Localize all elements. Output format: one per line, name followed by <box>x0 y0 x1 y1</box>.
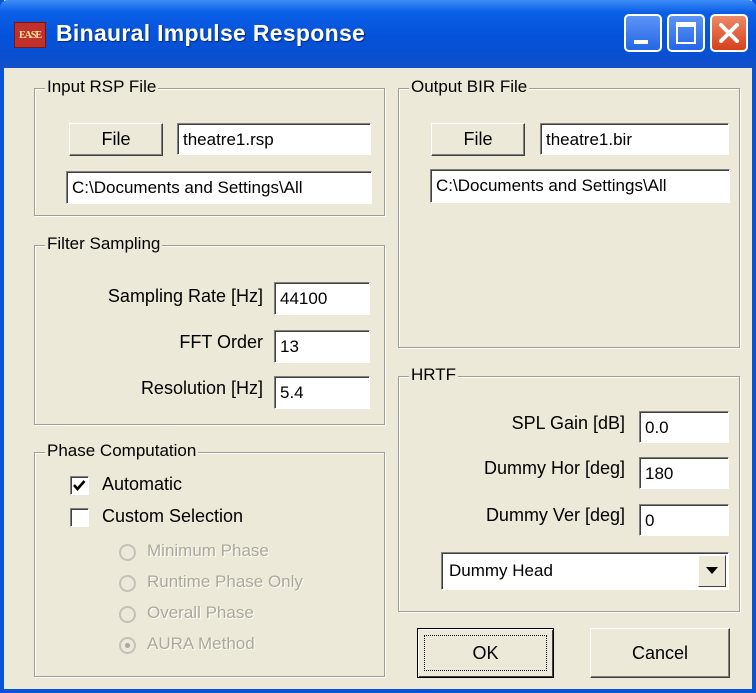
input-rsp-legend: Input RSP File <box>45 77 159 97</box>
phase-radio-minimum[interactable]: Minimum Phase <box>119 541 369 565</box>
fft-order-label: FFT Order <box>179 332 263 352</box>
app-icon[interactable]: EASE <box>14 22 46 48</box>
window-title: Binaural Impulse Response <box>56 20 366 46</box>
phase-radio-aura[interactable]: AURA Method <box>119 634 369 658</box>
dummy-head-select[interactable]: Dummy Head <box>441 552 729 590</box>
output-path-field[interactable]: C:\Documents and Settings\All <box>430 169 730 203</box>
hrtf-group: HRTF SPL Gain [dB] 0.0 Dummy Hor [deg] 1… <box>398 365 740 612</box>
maximize-button[interactable] <box>667 14 705 52</box>
custom-selection-label: Custom Selection <box>102 506 244 526</box>
minimum-phase-label: Minimum Phase <box>147 541 269 560</box>
minimum-phase-radio[interactable] <box>119 544 136 561</box>
phase-radio-overall[interactable]: Overall Phase <box>119 603 369 627</box>
phase-radio-runtime[interactable]: Runtime Phase Only <box>119 572 379 596</box>
dummy-hor-label: Dummy Hor [deg] <box>483 458 625 478</box>
input-path-field[interactable]: C:\Documents and Settings\All <box>66 171 372 204</box>
automatic-checkbox-row[interactable]: Automatic <box>70 474 290 498</box>
custom-selection-checkbox-row[interactable]: Custom Selection <box>70 506 310 530</box>
runtime-phase-radio[interactable] <box>119 575 136 592</box>
fft-order-field[interactable]: 13 <box>274 330 370 363</box>
ok-button[interactable]: OK <box>417 628 554 678</box>
hrtf-legend: HRTF <box>409 365 459 385</box>
close-button[interactable] <box>710 14 748 52</box>
minimize-button[interactable] <box>624 14 662 52</box>
resolution-field[interactable]: 5.4 <box>274 376 370 409</box>
phase-computation-group: Phase Computation Automatic Custom Selec… <box>34 441 385 677</box>
dummy-head-select-value: Dummy Head <box>449 561 553 580</box>
aura-method-radio[interactable] <box>119 637 136 654</box>
dropdown-arrow-icon <box>706 567 718 574</box>
aura-method-label: AURA Method <box>147 634 255 653</box>
phase-computation-legend: Phase Computation <box>45 441 199 461</box>
input-file-button[interactable]: File <box>69 123 163 156</box>
dummy-ver-label: Dummy Ver [deg] <box>485 505 625 525</box>
checkmark-icon <box>73 480 86 491</box>
filter-sampling-legend: Filter Sampling <box>45 234 163 254</box>
cancel-button[interactable]: Cancel <box>590 628 730 678</box>
input-file-name-field[interactable]: theatre1.rsp <box>177 123 371 155</box>
title-bar[interactable]: EASE Binaural Impulse Response <box>0 0 756 68</box>
dummy-ver-field[interactable]: 0 <box>639 504 729 536</box>
custom-selection-checkbox[interactable] <box>70 508 89 527</box>
close-icon <box>719 23 739 43</box>
output-file-name-field[interactable]: theatre1.bir <box>540 123 729 155</box>
sampling-rate-field[interactable]: 44100 <box>274 282 370 315</box>
dropdown-arrow-button[interactable] <box>698 555 726 587</box>
automatic-label: Automatic <box>102 474 183 494</box>
spl-gain-label: SPL Gain [dB] <box>511 413 625 433</box>
ok-button-label: OK <box>472 642 499 663</box>
automatic-checkbox[interactable] <box>70 476 89 495</box>
dialog-window: EASE Binaural Impulse Response Input RSP… <box>0 0 756 693</box>
filter-sampling-group: Filter Sampling Sampling Rate [Hz] 44100… <box>34 234 385 425</box>
runtime-phase-label: Runtime Phase Only <box>147 572 303 591</box>
overall-phase-radio[interactable] <box>119 606 136 623</box>
spl-gain-field[interactable]: 0.0 <box>639 411 729 443</box>
resolution-label: Resolution [Hz] <box>140 378 263 398</box>
output-bir-legend: Output BIR File <box>409 77 530 97</box>
output-file-button[interactable]: File <box>431 123 525 156</box>
input-rsp-group: Input RSP File File theatre1.rsp C:\Docu… <box>34 77 385 216</box>
output-bir-group: Output BIR File File theatre1.bir C:\Doc… <box>398 77 740 348</box>
sampling-rate-label: Sampling Rate [Hz] <box>107 286 263 306</box>
dummy-hor-field[interactable]: 180 <box>639 457 729 489</box>
overall-phase-label: Overall Phase <box>147 603 254 622</box>
